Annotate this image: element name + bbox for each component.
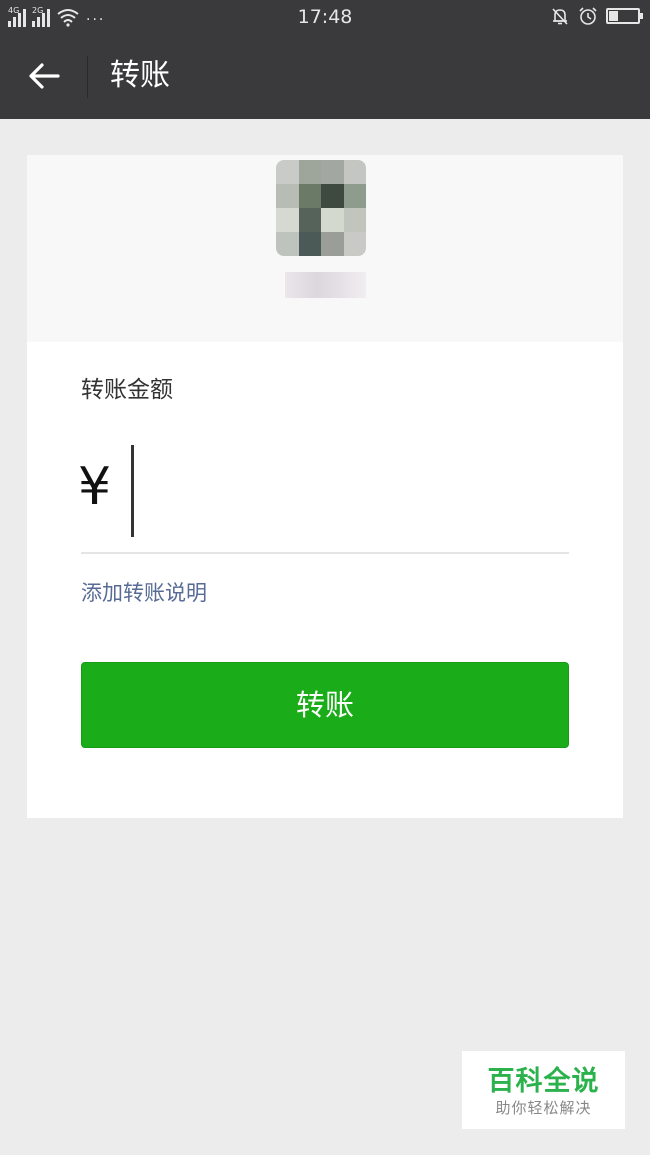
avatar-pixel xyxy=(343,184,366,208)
watermark-title: 百科全说 xyxy=(487,1066,600,1097)
nav-divider xyxy=(87,56,88,98)
avatar-pixel xyxy=(276,232,299,256)
recipient-avatar xyxy=(276,160,366,256)
avatar-pixel xyxy=(298,208,321,232)
recipient-name-blurred xyxy=(285,272,366,298)
nav-bar: 转账 xyxy=(0,32,650,119)
avatar-pixel xyxy=(321,232,344,256)
battery-icon xyxy=(606,8,643,24)
arrow-left-icon xyxy=(29,63,60,89)
avatar-pixel xyxy=(321,184,344,208)
page-title: 转账 xyxy=(110,58,170,93)
watermark-subtitle: 助你轻松解决 xyxy=(495,1099,592,1117)
avatar-pixel xyxy=(276,160,299,184)
text-caret xyxy=(131,445,134,537)
avatar-pixel xyxy=(298,160,321,184)
avatar-pixel xyxy=(343,232,366,256)
currency-symbol: ¥ xyxy=(78,457,112,517)
amount-underline xyxy=(81,552,569,554)
avatar-pixel xyxy=(276,184,299,208)
avatar-pixel xyxy=(343,160,366,184)
avatar-pixel xyxy=(343,208,366,232)
back-button[interactable] xyxy=(22,56,66,96)
status-bar: 4G 2G ··· 17:48 xyxy=(0,0,650,32)
transfer-card: 转账金额 ¥ 添加转账说明 转账 xyxy=(27,155,623,818)
alarm-clock-icon xyxy=(579,7,597,25)
avatar-pixel xyxy=(321,208,344,232)
mute-bell-icon xyxy=(552,8,568,25)
avatar-pixel xyxy=(298,184,321,208)
amount-input[interactable] xyxy=(127,443,569,539)
recipient-header xyxy=(27,155,623,342)
add-note-link[interactable]: 添加转账说明 xyxy=(81,580,207,606)
avatar-pixel xyxy=(321,160,344,184)
amount-label: 转账金额 xyxy=(81,377,173,403)
watermark-logo: 百科全说 助你轻松解决 xyxy=(462,1051,625,1129)
avatar-pixel xyxy=(276,208,299,232)
avatar-pixel xyxy=(298,232,321,256)
status-right-group xyxy=(550,6,643,26)
transfer-button[interactable]: 转账 xyxy=(81,662,569,748)
